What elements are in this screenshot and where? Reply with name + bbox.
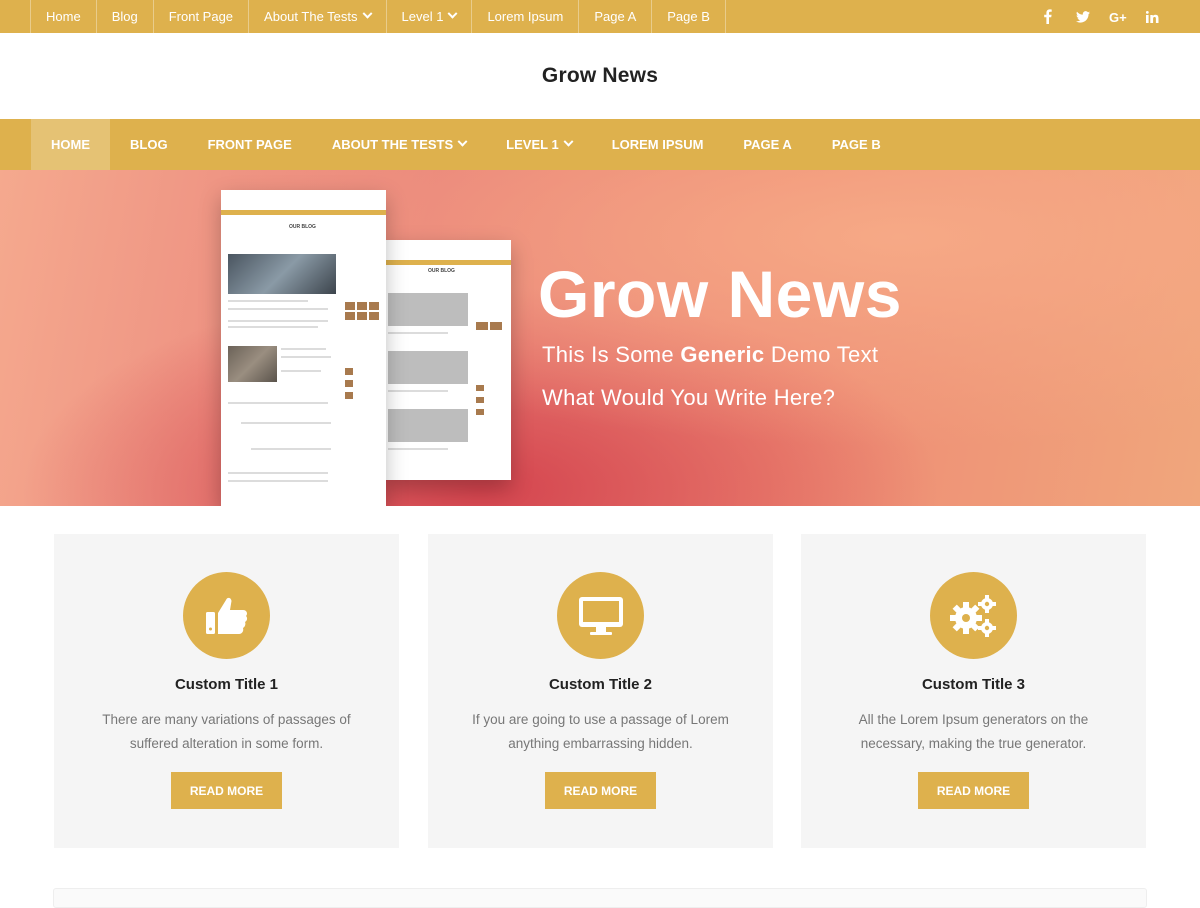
twitter-icon[interactable]: [1065, 0, 1100, 33]
main-menu-item-front-page[interactable]: Front Page: [188, 119, 312, 170]
main-menu-label: Level 1: [506, 137, 559, 152]
hero-banner: OUR BLOG OUR BLOG Grow News This Is Some…: [0, 170, 1200, 506]
top-menu-item-about-the-tests[interactable]: About The Tests: [248, 0, 385, 33]
gears-icon: [930, 572, 1017, 659]
top-menu: Home Blog Front Page About The Tests Lev…: [30, 0, 726, 33]
social-links: G+: [1030, 0, 1170, 33]
site-title[interactable]: Grow News: [542, 64, 658, 88]
hero-subtitle: What Would You Write Here?: [542, 385, 836, 410]
hero-tagline-part: Demo Text: [764, 342, 879, 367]
chevron-down-icon: [448, 8, 458, 19]
feature-title: Custom Title 2: [548, 676, 653, 693]
main-menu: Home Blog Front Page About The Tests Lev…: [0, 119, 1200, 170]
read-more-button[interactable]: Read More: [171, 772, 282, 809]
feature-text: All the Lorem Ipsum generators on the ne…: [858, 712, 1089, 751]
top-menu-item-level-1[interactable]: Level 1: [385, 0, 472, 33]
main-menu-label: Home: [51, 137, 90, 152]
main-menu-item-home[interactable]: Home: [31, 119, 110, 170]
hero-title: Grow News: [538, 257, 902, 331]
main-menu-label: Page B: [831, 137, 881, 152]
chevron-down-icon: [457, 136, 468, 147]
main-menu-item-blog[interactable]: Blog: [110, 119, 188, 170]
main-menu-label: Front Page: [207, 137, 292, 152]
google-plus-icon[interactable]: G+: [1100, 0, 1135, 33]
read-more-button[interactable]: Read More: [918, 772, 1029, 809]
feature-text: If you are going to use a passage of Lor…: [472, 712, 729, 751]
top-menu-label: Page A: [594, 9, 637, 24]
top-menu-item-blog[interactable]: Blog: [95, 0, 153, 33]
mockup-heading: OUR BLOG: [289, 224, 316, 230]
top-menu-label: Blog: [111, 9, 138, 24]
main-menu-label: About The Tests: [331, 137, 454, 152]
mockup-screen-secondary: OUR BLOG: [384, 240, 511, 480]
chevron-down-icon: [362, 8, 372, 19]
main-menu-item-level-1[interactable]: Level 1: [486, 119, 592, 170]
hero-tagline-part: This Is Some: [542, 342, 681, 367]
feature-title: Custom Title 1: [174, 676, 279, 693]
desktop-icon: [557, 572, 644, 659]
top-menu-label: Home: [46, 9, 81, 24]
top-bar: Home Blog Front Page About The Tests Lev…: [0, 0, 1200, 33]
main-menu-label: Page A: [743, 137, 792, 152]
read-more-button[interactable]: Read More: [545, 772, 656, 809]
top-menu-label: About The Tests: [264, 9, 358, 24]
next-section: [53, 888, 1147, 908]
facebook-icon[interactable]: [1030, 0, 1065, 33]
main-menu-label: Lorem Ipsum: [611, 137, 704, 152]
top-menu-item-page-b[interactable]: Page B: [651, 0, 726, 33]
feature-text: There are many variations of passages of…: [102, 712, 351, 751]
svg-text:G+: G+: [1109, 11, 1127, 23]
top-menu-item-page-a[interactable]: Page A: [578, 0, 651, 33]
top-menu-item-front-page[interactable]: Front Page: [152, 0, 248, 33]
mockup-screen-primary: OUR BLOG: [221, 190, 386, 506]
main-menu-item-page-a[interactable]: Page A: [723, 119, 811, 170]
feature-card-3: Custom Title 3 All the Lorem Ipsum gener…: [801, 534, 1146, 848]
main-menu-item-page-b[interactable]: Page B: [812, 119, 901, 170]
mockup-heading: OUR BLOG: [428, 268, 455, 274]
thumbs-up-icon: [183, 572, 270, 659]
main-menu-item-lorem-ipsum[interactable]: Lorem Ipsum: [592, 119, 724, 170]
feature-card-2: Custom Title 2 If you are going to use a…: [428, 534, 773, 848]
site-header: Grow News: [0, 33, 1200, 119]
feature-title: Custom Title 3: [921, 676, 1026, 693]
linkedin-icon[interactable]: [1135, 0, 1170, 33]
top-menu-item-home[interactable]: Home: [30, 0, 96, 33]
top-menu-label: Level 1: [401, 9, 444, 24]
top-menu-label: Page B: [667, 9, 710, 24]
top-menu-item-lorem-ipsum[interactable]: Lorem Ipsum: [471, 0, 578, 33]
main-menu-item-about-the-tests[interactable]: About The Tests: [312, 119, 486, 170]
main-menu-label: Blog: [130, 137, 168, 152]
top-menu-label: Lorem Ipsum: [487, 9, 564, 24]
top-menu-label: Front Page: [168, 9, 234, 24]
hero-tagline: This Is Some Generic Demo Text: [542, 342, 878, 368]
feature-card-1: Custom Title 1 There are many variations…: [54, 534, 399, 848]
hero-tagline-bold: Generic: [680, 342, 765, 367]
chevron-down-icon: [563, 136, 574, 147]
